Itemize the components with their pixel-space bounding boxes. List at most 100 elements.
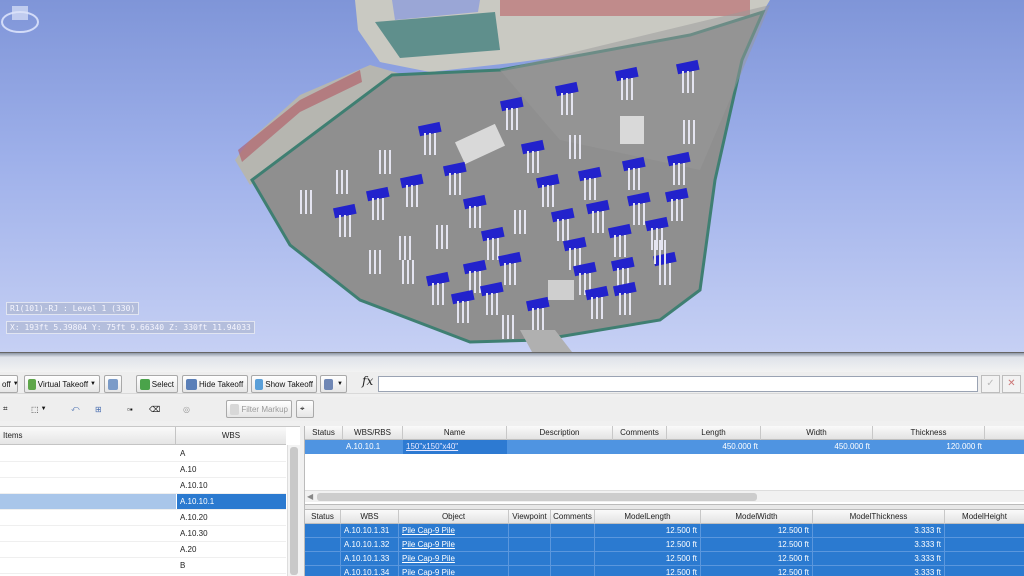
items-grid-col-header[interactable]: Width [761, 426, 873, 440]
formula-input[interactable] [378, 376, 978, 392]
tree-row[interactable]: B [0, 558, 286, 574]
objects-grid-cell [509, 552, 551, 566]
objects-grid-cell: Pile Cap-9 Pile [399, 566, 509, 576]
objects-grid-cell: 12.500 ft [701, 552, 813, 566]
slab-opening-2 [620, 116, 644, 144]
objects-grid-col-header[interactable]: ModelHeight [945, 510, 1024, 524]
objects-grid-col-header[interactable]: Comments [551, 510, 595, 524]
items-column-header[interactable]: Items [0, 427, 176, 445]
tree-row[interactable]: A.10.20 [0, 510, 286, 526]
3d-model-viewport[interactable]: R1(101)-RJ : Level 1 (330) X: 193ft 5.39… [0, 0, 1024, 352]
hide-takeoff-button[interactable]: Hide Takeoff [182, 375, 248, 393]
objects-grid-cell: 12.500 ft [595, 552, 701, 566]
items-grid-cell-width: 450.000 ft [834, 442, 870, 451]
tree-row[interactable]: A.10.10.1 [0, 494, 286, 510]
items-grid-row[interactable]: A.10.10.1 150"x150"x40" 450.000 ft 450.000 … [305, 440, 1024, 454]
formula-accept-icon[interactable]: ✓ [981, 375, 1000, 393]
target-tool-icon[interactable]: ◎ [180, 400, 200, 418]
objects-grid-cell [509, 524, 551, 538]
filter-markup-label: Filter Markup [241, 404, 288, 414]
items-grid-col-header[interactable]: Thickness [873, 426, 985, 440]
objects-grid-col-header[interactable]: ModelWidth [701, 510, 813, 524]
takeoff-toolbar: off ▼ Virtual Takeoff ▼ Select Hide Takeof… [0, 372, 1024, 394]
items-grid-col-header[interactable]: Name [403, 426, 507, 440]
items-grid-col-header[interactable]: Comments [613, 426, 667, 440]
tree-scrollbar[interactable] [287, 445, 300, 576]
filter-markup-icon [230, 403, 240, 415]
objects-grid-col-header[interactable]: Object [399, 510, 509, 524]
tree-item-cell[interactable] [0, 446, 176, 461]
objects-grid-cell [305, 538, 341, 552]
tree-item-cell[interactable] [0, 510, 176, 525]
point-tool-icon[interactable]: ▫▪ [124, 400, 144, 418]
objects-grid-cell [945, 538, 1024, 552]
objects-grid-row[interactable]: A.10.10.1.34 Pile Cap-9 Pile 12.500 ft 12.5… [305, 566, 1024, 576]
snap-tool-icon[interactable]: ⤺ [68, 400, 86, 418]
items-grid-scrollbar[interactable]: ◀ [305, 490, 1024, 502]
tree-row[interactable]: A [0, 446, 286, 462]
objects-grid-cell [305, 552, 341, 566]
tree-item-cell[interactable] [0, 462, 176, 477]
items-grid-cell-description [507, 440, 613, 454]
pile [514, 210, 526, 234]
pile [336, 170, 348, 194]
items-grid-col-header[interactable]: Status [305, 426, 343, 440]
tree-item-cell[interactable] [0, 558, 176, 573]
objects-grid-col-header[interactable]: Viewpoint [509, 510, 551, 524]
objects-grid-cell [305, 566, 341, 576]
hide-takeoff-icon [186, 378, 197, 390]
objects-grid-col-header[interactable]: Status [305, 510, 341, 524]
objects-grid-cell: Pile Cap-9 Pile [399, 524, 509, 538]
objects-grid-col-header[interactable]: WBS [341, 510, 399, 524]
tree-item-cell[interactable] [0, 494, 176, 509]
tree-wbs-cell: B [180, 561, 186, 570]
show-takeoff-button[interactable]: Show Takeoff [251, 375, 317, 393]
objects-grid-cell: Pile Cap-9 Pile [399, 538, 509, 552]
items-grid-cell-thickness: 120.000 ft [946, 442, 982, 451]
wbs-column-header[interactable]: WBS [176, 427, 286, 445]
tree-row[interactable]: A.10.30 [0, 526, 286, 542]
slab-opening-3 [548, 280, 574, 300]
pile [300, 190, 312, 214]
viewcube-icon[interactable] [0, 0, 40, 36]
eraser-tool-icon[interactable]: ⌫ [146, 400, 166, 418]
objects-grid-row[interactable]: A.10.10.1.32 Pile Cap-9 Pile 12.500 ft 12.5… [305, 538, 1024, 552]
tree-item-cell[interactable] [0, 526, 176, 541]
objects-grid-cell: 12.500 ft [701, 566, 813, 576]
grid-tool-icon[interactable]: ⊞ [92, 400, 110, 418]
rectangle-tool-icon[interactable]: ⌗ [0, 400, 20, 418]
upper-wing-rooms [500, 0, 750, 16]
items-grid-col-header[interactable]: WBS/RBS [343, 426, 403, 440]
show-takeoff-icon [255, 378, 264, 390]
tree-row[interactable]: A.10 [0, 462, 286, 478]
takeoff-grids-panel: Status WBS/RBS Name Description Comments Leng… [304, 426, 1024, 576]
tree-item-cell[interactable] [0, 542, 176, 557]
objects-grid-cell: A.10.10.1.31 [341, 524, 399, 538]
objects-grid-cell: A.10.10.1.33 [341, 552, 399, 566]
objects-grid-cell [945, 566, 1024, 576]
panel-splitter[interactable] [0, 352, 1024, 372]
items-grid-col-header[interactable]: Description [507, 426, 613, 440]
polygon-tool-icon[interactable]: ⬚ ▼ [28, 400, 56, 418]
objects-grid-col-header[interactable]: ModelLength [595, 510, 701, 524]
takeoff-dropdown-button[interactable]: off ▼ [0, 375, 19, 393]
select-icon [140, 378, 150, 390]
items-grid-cell-wbs: A.10.10.1 [346, 442, 381, 451]
sync-button[interactable] [104, 375, 122, 393]
objects-grid-row[interactable]: A.10.10.1.31 Pile Cap-9 Pile 12.500 ft 12.5… [305, 524, 1024, 538]
markup-settings-button[interactable]: ⌖ [296, 400, 314, 418]
items-grid-col-header[interactable]: Length [667, 426, 761, 440]
virtual-takeoff-button[interactable]: Virtual Takeoff ▼ [24, 375, 100, 393]
tree-item-cell[interactable] [0, 478, 176, 493]
markup-toolbar: ⌗ ⬚ ▼ ⤺ ⊞ ▫▪ ⌫ ◎ Filter Markup ⌖ [0, 397, 1024, 421]
formula-cancel-icon[interactable]: ✕ [1002, 375, 1021, 393]
view-options-button[interactable]: ▼ [320, 375, 347, 393]
select-button[interactable]: Select [136, 375, 178, 393]
filter-markup-button[interactable]: Filter Markup [226, 400, 292, 418]
virtual-takeoff-icon [28, 378, 36, 390]
objects-grid-cell [551, 538, 595, 552]
tree-row[interactable]: A.20 [0, 542, 286, 558]
tree-row[interactable]: A.10.10 [0, 478, 286, 494]
objects-grid-row[interactable]: A.10.10.1.33 Pile Cap-9 Pile 12.500 ft 12.5… [305, 552, 1024, 566]
objects-grid-col-header[interactable]: ModelThickness [813, 510, 945, 524]
